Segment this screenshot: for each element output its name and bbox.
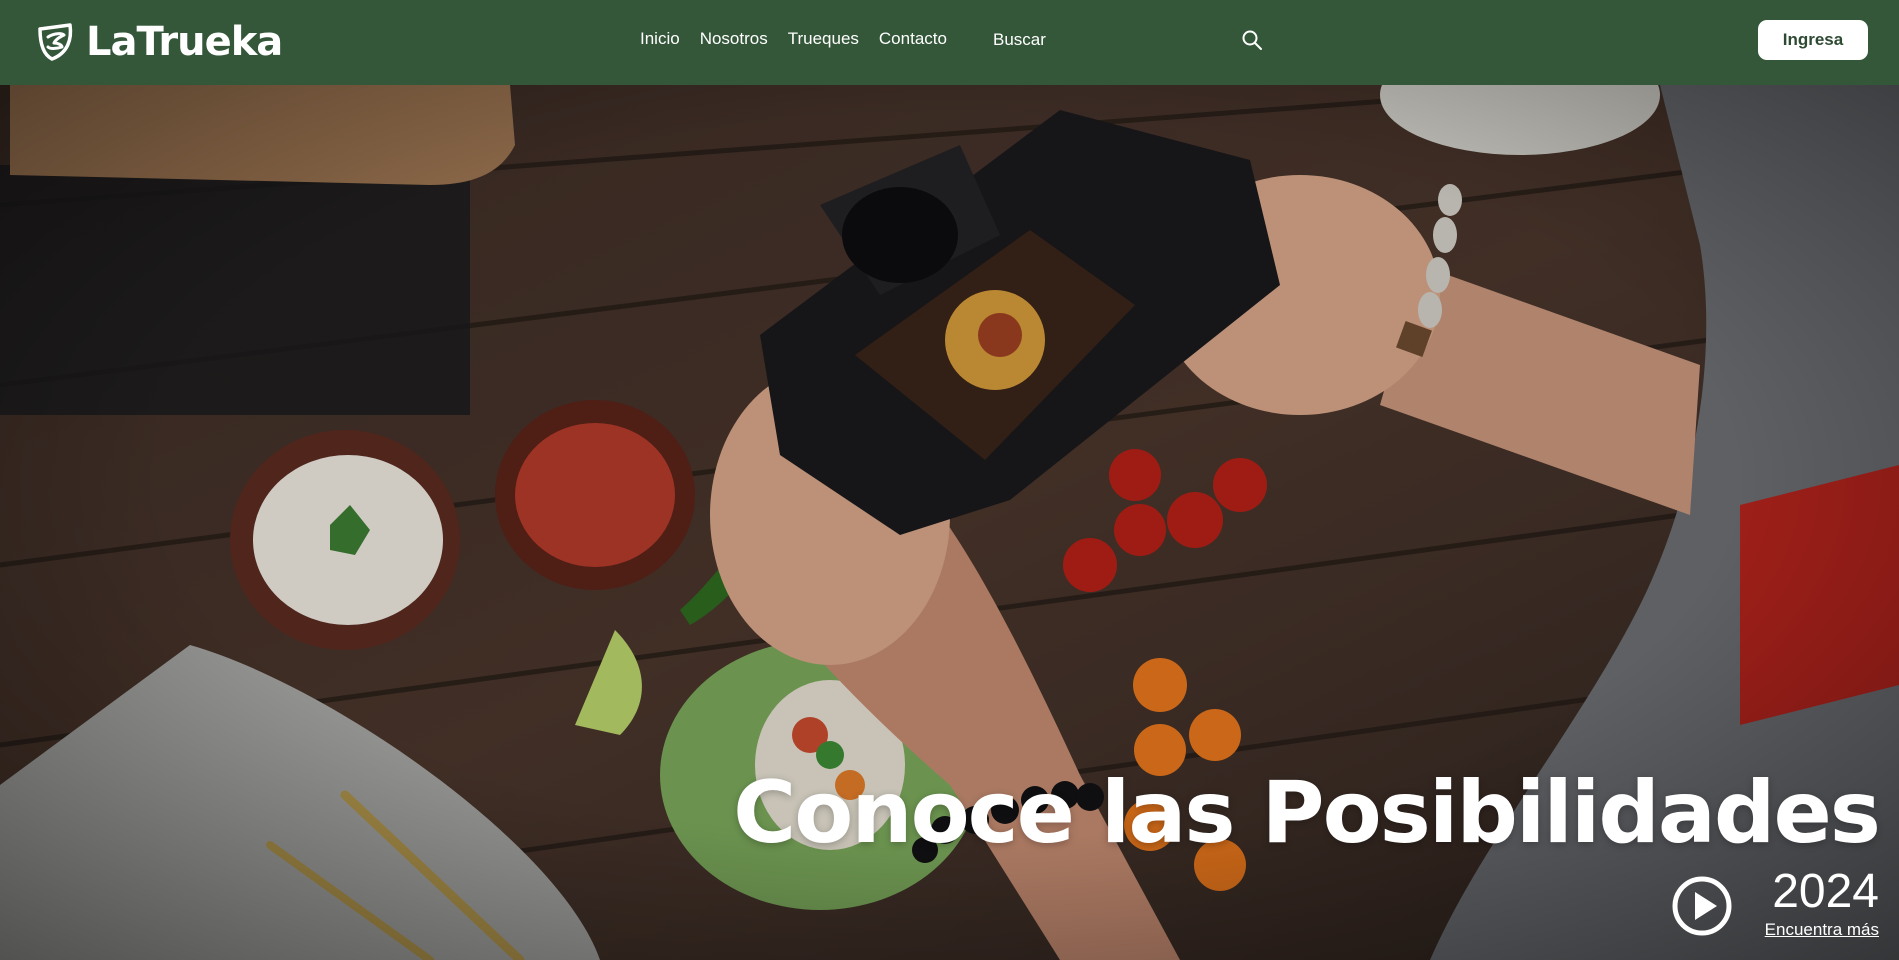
- nav-link-inicio[interactable]: Inicio: [640, 28, 680, 50]
- play-circle-icon[interactable]: [1671, 875, 1733, 937]
- nav-link-contacto[interactable]: Contacto: [879, 28, 947, 50]
- login-button[interactable]: Ingresa: [1758, 20, 1868, 60]
- nav-link-trueques[interactable]: Trueques: [788, 28, 859, 50]
- search-input[interactable]: [993, 30, 1193, 50]
- leaf-shield-icon: [38, 23, 73, 61]
- hero-year: 2024: [1772, 865, 1879, 918]
- hero-section: Conoce las Posibilidades 2024 Encuentra …: [0, 85, 1899, 960]
- search-bar: [993, 28, 1263, 52]
- main-nav: Inicio Nosotros Trueques Contacto: [640, 28, 947, 50]
- search-icon[interactable]: [1241, 29, 1263, 51]
- top-navbar: LaTrueka Inicio Nosotros Trueques Contac…: [0, 0, 1899, 85]
- hero-title: Conoce las Posibilidades: [733, 763, 1881, 863]
- nav-link-nosotros[interactable]: Nosotros: [700, 28, 768, 50]
- brand[interactable]: LaTrueka: [34, 18, 283, 66]
- find-more-link[interactable]: Encuentra más: [1765, 920, 1879, 940]
- brand-name: LaTrueka: [86, 19, 283, 65]
